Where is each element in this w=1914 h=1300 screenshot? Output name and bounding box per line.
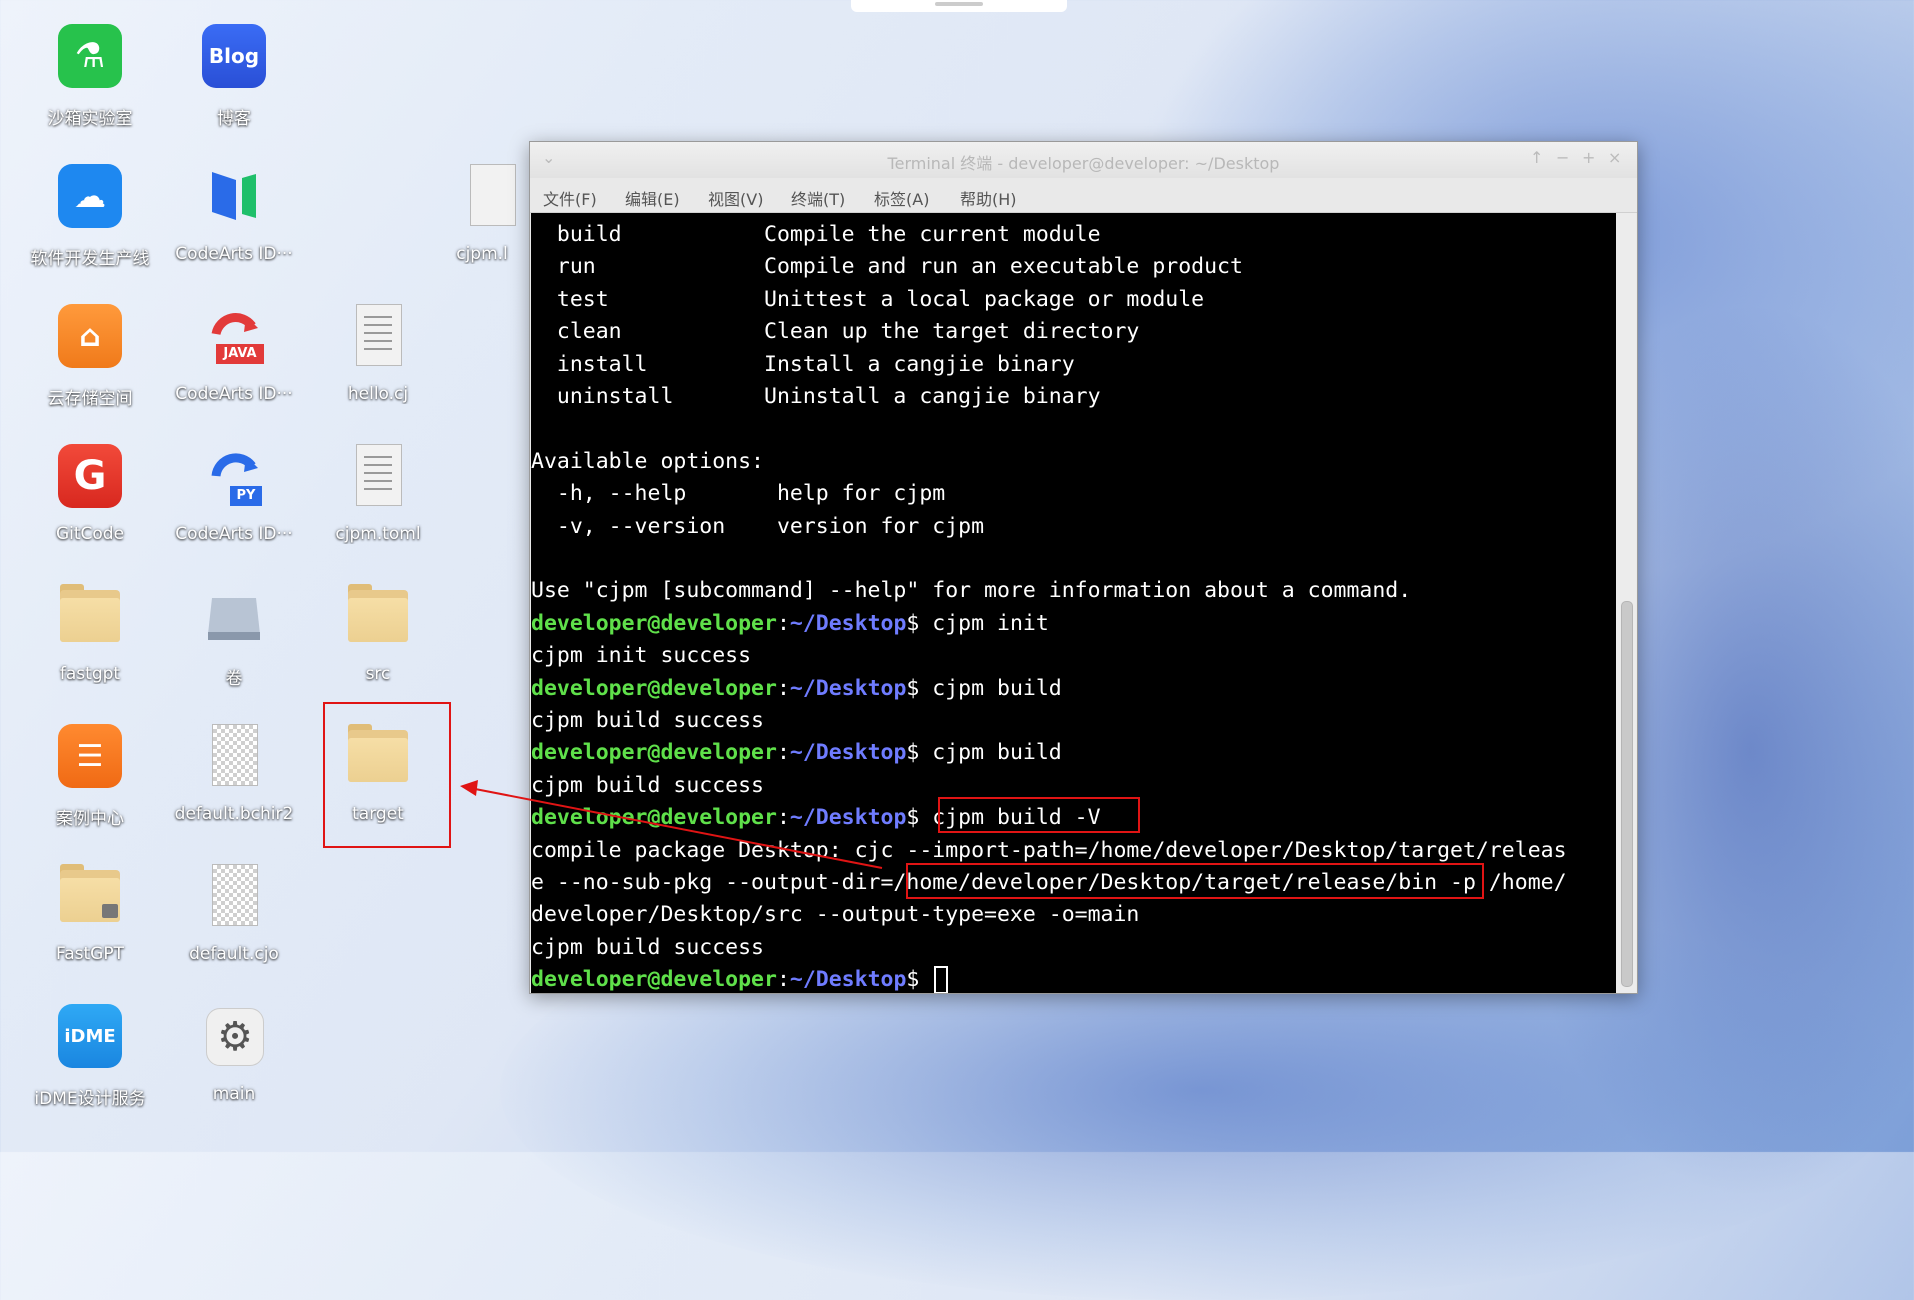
annotation-arrow [460,780,883,869]
